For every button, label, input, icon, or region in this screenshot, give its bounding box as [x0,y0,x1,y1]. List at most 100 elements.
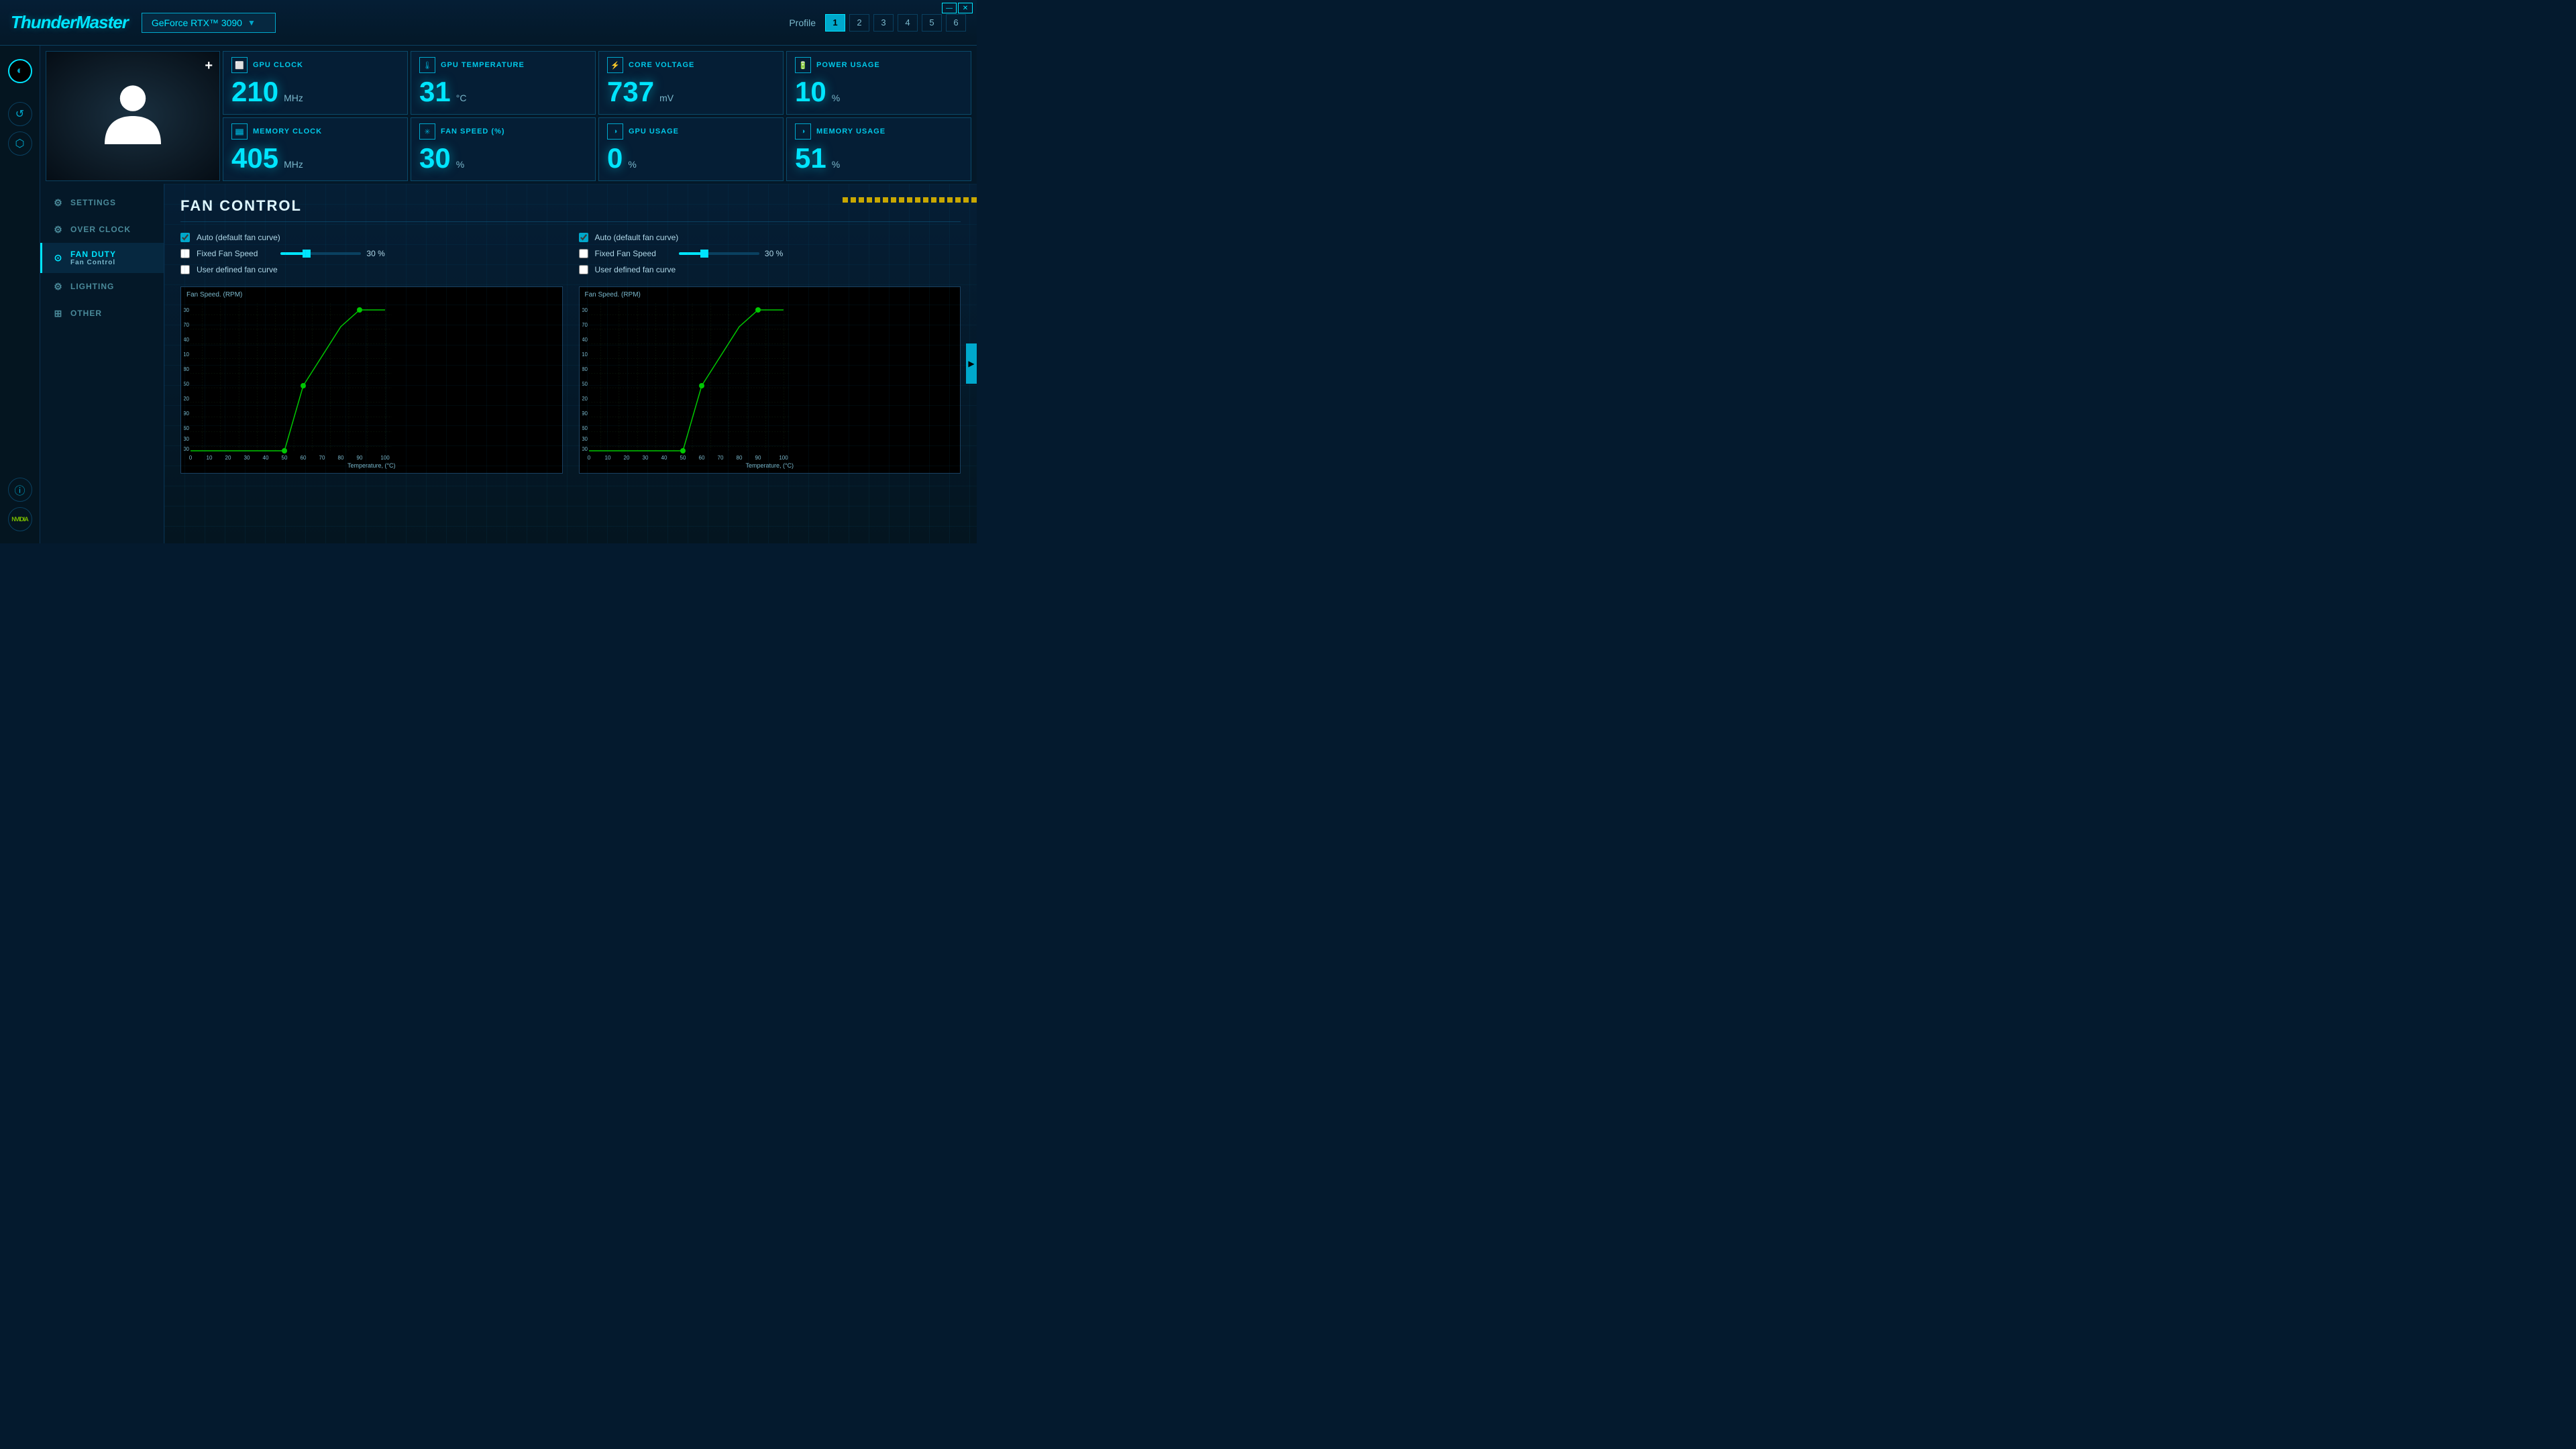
fan2-user-checkbox[interactable] [579,265,588,274]
fan1-column: Auto (default fan curve) Fixed Fan Speed… [180,233,563,474]
gpu-dropdown-arrow: ▼ [248,18,256,28]
sidebar-item-lighting[interactable]: ⚙ LIGHTING [40,273,164,300]
fan2-chart-x-label: Temperature, (°C) [582,461,958,470]
power-usage-unit: % [832,93,840,103]
fan2-speed-value: 30 % [765,249,785,258]
fan1-chart: Fan Speed. (RPM) 3600 [180,286,563,474]
sidebar-item-overclock[interactable]: ⚙ OVER CLOCK [40,216,164,243]
fan2-fixed-option: Fixed Fan Speed 30 % [579,249,961,258]
gpu-selector[interactable]: GeForce RTX™ 3090 ▼ [142,13,276,33]
power-icon[interactable]: ◐ [8,59,32,83]
svg-text:60: 60 [698,455,704,461]
svg-text:2450: 2450 [184,381,190,387]
sidebar-item-other[interactable]: ⊞ OTHER [40,300,164,327]
profile-btn-3[interactable]: 3 [873,14,894,32]
svg-text:3370: 3370 [582,322,588,328]
fan-speed-label: FAN SPEED (%) [441,127,505,136]
profile-btn-1[interactable]: 1 [825,14,845,32]
fan-control-sublabel: Fan Control [70,259,116,266]
svg-text:2910: 2910 [582,352,588,358]
profile-label: Profile [789,17,816,28]
sidebar-item-fan-duty[interactable]: ⊙ FAN DUTY Fan Control [40,243,164,273]
fan2-auto-checkbox[interactable] [579,233,588,242]
svg-text:3140: 3140 [582,337,588,343]
profile-btn-5[interactable]: 5 [922,14,942,32]
fan1-auto-label: Auto (default fan curve) [197,233,280,242]
fan-speed-icon: ✳ [419,123,435,140]
fan2-chart: Fan Speed. (RPM) 3600 3370 [579,286,961,474]
gpu-temp-value: 31 [419,78,451,106]
fan2-user-label: User defined fan curve [595,265,676,274]
svg-text:1530: 1530 [582,436,588,442]
nvidia-icon[interactable]: NVIDIA [8,507,32,531]
gpu-clock-icon: ⬜ [231,57,248,73]
core-voltage-value: 737 [607,78,654,106]
fan1-user-checkbox[interactable] [180,265,190,274]
fan2-chart-title: Fan Speed. (RPM) [582,290,958,300]
svg-text:40: 40 [263,455,269,461]
mem-clock-icon: ▓▓ [231,123,248,140]
fan2-speed-slider[interactable] [679,252,759,255]
add-gpu-icon[interactable]: + [205,58,213,74]
mem-usage-unit: % [832,159,840,170]
gpu-name: GeForce RTX™ 3090 [152,17,242,28]
fan1-chart-x-label: Temperature, (°C) [184,461,559,470]
profile-btn-4[interactable]: 4 [898,14,918,32]
stat-card-mem-clock: ▓▓ MEMORY CLOCK 405 MHz [223,117,408,181]
fan2-fixed-checkbox[interactable] [579,249,588,258]
svg-text:1760: 1760 [582,425,588,431]
gpu-usage-icon: ◑ [607,123,623,140]
settings-label: SETTINGS [70,198,116,207]
fan1-fixed-checkbox[interactable] [180,249,190,258]
overclock-label: OVER CLOCK [70,225,131,234]
stats-grid: + ⬜ GPU CLOCK 210 MHz 🌡 GPU TEMPERATURE [40,46,977,184]
fan1-speed-slider[interactable] [280,252,361,255]
stat-card-gpu-temp: 🌡 GPU TEMPERATURE 31 °C [411,51,596,115]
svg-text:3140: 3140 [184,337,190,343]
bottom-area: ⚙ SETTINGS ⚙ OVER CLOCK ⊙ FAN DUTY Fan C… [40,184,977,543]
svg-text:90: 90 [357,455,363,461]
fan1-user-label: User defined fan curve [197,265,278,274]
svg-text:30: 30 [642,455,648,461]
fan2-auto-option: Auto (default fan curve) [579,233,961,242]
svg-text:0: 0 [587,455,590,461]
svg-text:90: 90 [755,455,761,461]
fan-duty-icon: ⊙ [52,252,65,265]
title-bar: — ✕ [938,0,977,16]
sidebar-item-settings[interactable]: ⚙ SETTINGS [40,189,164,216]
mem-clock-value: 405 [231,144,278,172]
fan-speed-unit: % [456,159,464,170]
fan1-chart-title: Fan Speed. (RPM) [184,290,559,300]
fan-speed-value: 30 [419,144,451,172]
mem-usage-value: 51 [795,144,826,172]
fan2-column: Auto (default fan curve) Fixed Fan Speed… [579,233,961,474]
svg-text:2220: 2220 [582,396,588,402]
gpu-silhouette [93,76,173,156]
lighting-icon: ⚙ [52,280,65,293]
profile-btn-2[interactable]: 2 [849,14,869,32]
svg-text:2680: 2680 [582,366,588,372]
icon-sidebar: ◐ ↺ ⬡ ⓘ NVIDIA [0,46,40,543]
stat-card-power-usage: 🔋 POWER USAGE 10 % [786,51,971,115]
fan1-user-option: User defined fan curve [180,265,563,274]
fan1-auto-checkbox[interactable] [180,233,190,242]
stat-card-core-voltage: ⚡ CORE VOLTAGE 737 mV [598,51,784,115]
svg-text:20: 20 [225,455,231,461]
gpu-image-card: + [46,51,220,181]
stat-card-gpu-clock: ⬜ GPU CLOCK 210 MHz [223,51,408,115]
reset-icon[interactable]: ↺ [8,102,32,126]
gpu-clock-label: GPU CLOCK [253,61,303,69]
info-icon[interactable]: ⓘ [8,478,32,502]
svg-text:50: 50 [282,455,288,461]
nav-sidebar: ⚙ SETTINGS ⚙ OVER CLOCK ⊙ FAN DUTY Fan C… [40,184,164,543]
minimize-button[interactable]: — [942,3,957,13]
core-voltage-label: CORE VOLTAGE [629,61,694,69]
svg-text:70: 70 [717,455,723,461]
profile-btn-6[interactable]: 6 [946,14,966,32]
fan1-fixed-label: Fixed Fan Speed [197,249,258,258]
close-button[interactable]: ✕ [958,3,973,13]
fan1-chart-svg: 3600 3370 3140 2910 2680 2450 2220 1990 … [184,300,398,461]
shape-icon[interactable]: ⬡ [8,131,32,156]
mem-clock-label: MEMORY CLOCK [253,127,322,136]
scroll-indicator[interactable]: ▶ [966,343,977,384]
